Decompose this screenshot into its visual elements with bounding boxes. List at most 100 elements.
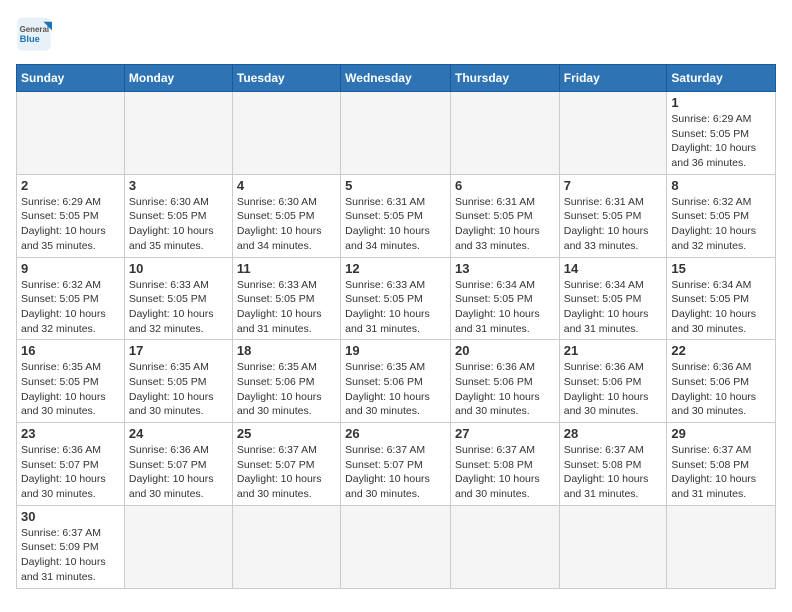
day-info: Sunrise: 6:35 AMSunset: 5:06 PMDaylight:… (345, 360, 446, 419)
calendar-table: SundayMondayTuesdayWednesdayThursdayFrid… (16, 64, 776, 589)
week-row-1: 1 Sunrise: 6:29 AMSunset: 5:05 PMDaylight… (17, 92, 776, 175)
day-info: Sunrise: 6:29 AMSunset: 5:05 PMDaylight:… (671, 112, 771, 171)
day-number: 18 (237, 343, 336, 358)
calendar-cell: 16Sunrise: 6:35 AMSunset: 5:05 PMDayligh… (17, 340, 125, 423)
calendar-cell: 12Sunrise: 6:33 AMSunset: 5:05 PMDayligh… (341, 257, 451, 340)
weekday-header-thursday: Thursday (450, 65, 559, 92)
day-number: 2 (21, 178, 120, 193)
day-info: Sunrise: 6:32 AMSunset: 5:05 PMDaylight:… (671, 195, 771, 254)
day-number: 22 (671, 343, 771, 358)
weekday-header-monday: Monday (124, 65, 232, 92)
calendar-cell (450, 92, 559, 175)
calendar-cell: 28 Sunrise: 6:37 AMSunset: 5:08 PMDayligh… (559, 423, 667, 506)
calendar-cell: 3 Sunrise: 6:30 AMSunset: 5:05 PMDaylight… (124, 174, 232, 257)
day-info: Sunrise: 6:37 AMSunset: 5:08 PMDaylight:… (564, 443, 663, 502)
weekday-header-saturday: Saturday (667, 65, 776, 92)
calendar-cell: 9Sunrise: 6:32 AMSunset: 5:05 PMDaylight… (17, 257, 125, 340)
calendar-cell: 30Sunrise: 6:37 AMSunset: 5:09 PMDayligh… (17, 505, 125, 588)
day-info: Sunrise: 6:31 AMSunset: 5:05 PMDaylight:… (564, 195, 663, 254)
svg-text:General: General (20, 25, 49, 34)
day-number: 23 (21, 426, 120, 441)
calendar-cell: 4Sunrise: 6:30 AMSunset: 5:05 PMDaylight… (232, 174, 340, 257)
day-number: 25 (237, 426, 336, 441)
calendar-cell: 8Sunrise: 6:32 AMSunset: 5:05 PMDaylight… (667, 174, 776, 257)
weekday-header-row: SundayMondayTuesdayWednesdayThursdayFrid… (17, 65, 776, 92)
calendar-cell (559, 92, 667, 175)
calendar-cell: 27 Sunrise: 6:37 AMSunset: 5:08 PMDayligh… (450, 423, 559, 506)
day-number: 11 (237, 261, 336, 276)
day-number: 1 (671, 95, 771, 110)
week-row-3: 9Sunrise: 6:32 AMSunset: 5:05 PMDaylight… (17, 257, 776, 340)
day-number: 13 (455, 261, 555, 276)
day-number: 24 (129, 426, 228, 441)
day-info: Sunrise: 6:32 AMSunset: 5:05 PMDaylight:… (21, 278, 120, 337)
calendar-cell: 21 Sunrise: 6:36 AMSunset: 5:06 PMDayligh… (559, 340, 667, 423)
weekday-header-sunday: Sunday (17, 65, 125, 92)
svg-text:Blue: Blue (20, 34, 40, 44)
calendar-cell (559, 505, 667, 588)
day-number: 7 (564, 178, 663, 193)
day-number: 20 (455, 343, 555, 358)
day-number: 28 (564, 426, 663, 441)
generalblue-logo-icon: General Blue (16, 16, 52, 52)
day-number: 26 (345, 426, 446, 441)
calendar-cell: 22 Sunrise: 6:36 AMSunset: 5:06 PMDayligh… (667, 340, 776, 423)
calendar-cell (341, 92, 451, 175)
calendar-cell (232, 505, 340, 588)
weekday-header-tuesday: Tuesday (232, 65, 340, 92)
calendar-cell (124, 92, 232, 175)
calendar-cell: 5Sunrise: 6:31 AMSunset: 5:05 PMDaylight… (341, 174, 451, 257)
week-row-4: 16Sunrise: 6:35 AMSunset: 5:05 PMDayligh… (17, 340, 776, 423)
day-info: Sunrise: 6:37 AMSunset: 5:07 PMDaylight:… (237, 443, 336, 502)
day-number: 5 (345, 178, 446, 193)
day-info: Sunrise: 6:29 AMSunset: 5:05 PMDaylight:… (21, 195, 120, 254)
header: General Blue (16, 16, 776, 52)
day-info: Sunrise: 6:34 AMSunset: 5:05 PMDaylight:… (455, 278, 555, 337)
day-info: Sunrise: 6:31 AMSunset: 5:05 PMDaylight:… (455, 195, 555, 254)
day-info: Sunrise: 6:36 AMSunset: 5:07 PMDaylight:… (21, 443, 120, 502)
calendar-cell: 14Sunrise: 6:34 AMSunset: 5:05 PMDayligh… (559, 257, 667, 340)
day-info: Sunrise: 6:36 AMSunset: 5:06 PMDaylight:… (455, 360, 555, 419)
day-info: Sunrise: 6:36 AMSunset: 5:06 PMDaylight:… (564, 360, 663, 419)
calendar-cell: 20 Sunrise: 6:36 AMSunset: 5:06 PMDayligh… (450, 340, 559, 423)
day-info: Sunrise: 6:37 AMSunset: 5:08 PMDaylight:… (455, 443, 555, 502)
calendar-cell: 24Sunrise: 6:36 AMSunset: 5:07 PMDayligh… (124, 423, 232, 506)
day-number: 17 (129, 343, 228, 358)
calendar-cell (17, 92, 125, 175)
week-row-2: 2 Sunrise: 6:29 AMSunset: 5:05 PMDaylight… (17, 174, 776, 257)
day-info: Sunrise: 6:35 AMSunset: 5:05 PMDaylight:… (129, 360, 228, 419)
week-row-6: 30Sunrise: 6:37 AMSunset: 5:09 PMDayligh… (17, 505, 776, 588)
day-info: Sunrise: 6:37 AMSunset: 5:09 PMDaylight:… (21, 526, 120, 585)
calendar-cell: 23 Sunrise: 6:36 AMSunset: 5:07 PMDayligh… (17, 423, 125, 506)
day-info: Sunrise: 6:36 AMSunset: 5:06 PMDaylight:… (671, 360, 771, 419)
calendar-cell: 7 Sunrise: 6:31 AMSunset: 5:05 PMDaylight… (559, 174, 667, 257)
calendar-cell: 1 Sunrise: 6:29 AMSunset: 5:05 PMDaylight… (667, 92, 776, 175)
weekday-header-friday: Friday (559, 65, 667, 92)
calendar-cell: 2 Sunrise: 6:29 AMSunset: 5:05 PMDaylight… (17, 174, 125, 257)
day-number: 21 (564, 343, 663, 358)
day-info: Sunrise: 6:30 AMSunset: 5:05 PMDaylight:… (129, 195, 228, 254)
day-info: Sunrise: 6:33 AMSunset: 5:05 PMDaylight:… (237, 278, 336, 337)
day-info: Sunrise: 6:35 AMSunset: 5:06 PMDaylight:… (237, 360, 336, 419)
calendar-cell: 13 Sunrise: 6:34 AMSunset: 5:05 PMDayligh… (450, 257, 559, 340)
day-number: 15 (671, 261, 771, 276)
day-info: Sunrise: 6:34 AMSunset: 5:05 PMDaylight:… (671, 278, 771, 337)
day-number: 3 (129, 178, 228, 193)
calendar-cell (341, 505, 451, 588)
day-number: 27 (455, 426, 555, 441)
calendar-cell: 29 Sunrise: 6:37 AMSunset: 5:08 PMDayligh… (667, 423, 776, 506)
day-info: Sunrise: 6:35 AMSunset: 5:05 PMDaylight:… (21, 360, 120, 419)
weekday-header-wednesday: Wednesday (341, 65, 451, 92)
day-info: Sunrise: 6:37 AMSunset: 5:08 PMDaylight:… (671, 443, 771, 502)
calendar-cell: 10Sunrise: 6:33 AMSunset: 5:05 PMDayligh… (124, 257, 232, 340)
day-info: Sunrise: 6:37 AMSunset: 5:07 PMDaylight:… (345, 443, 446, 502)
calendar-cell (450, 505, 559, 588)
day-info: Sunrise: 6:33 AMSunset: 5:05 PMDaylight:… (129, 278, 228, 337)
day-number: 29 (671, 426, 771, 441)
calendar-cell: 6 Sunrise: 6:31 AMSunset: 5:05 PMDaylight… (450, 174, 559, 257)
day-number: 6 (455, 178, 555, 193)
calendar-cell: 18 Sunrise: 6:35 AMSunset: 5:06 PMDayligh… (232, 340, 340, 423)
calendar-cell (232, 92, 340, 175)
calendar-cell: 15 Sunrise: 6:34 AMSunset: 5:05 PMDayligh… (667, 257, 776, 340)
day-number: 4 (237, 178, 336, 193)
